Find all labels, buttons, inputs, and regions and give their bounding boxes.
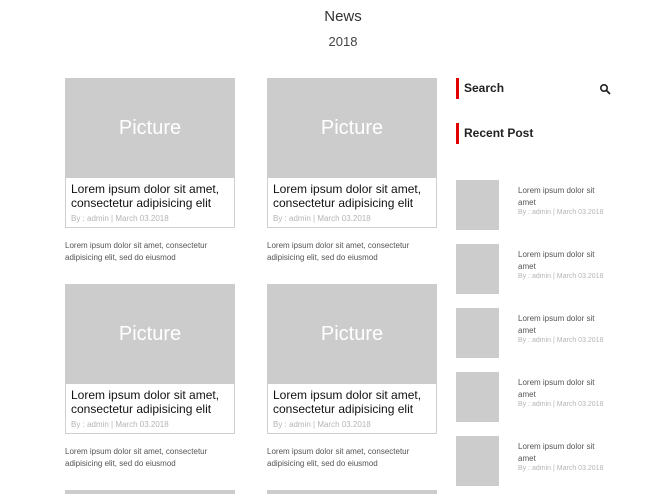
page-subtitle: 2018 <box>328 34 358 49</box>
post-image-label: Picture <box>320 116 384 139</box>
post-title[interactable]: Lorem ipsum dolor sit amet, consectetur … <box>268 178 436 210</box>
post-image[interactable]: Picture <box>267 78 437 178</box>
recent-post-item[interactable]: Lorem ipsum dolor sit amet By : admin | … <box>456 372 616 422</box>
search-heading: Search <box>464 81 505 95</box>
recent-post-item[interactable]: Lorem ipsum dolor sit amet By : admin | … <box>456 180 616 230</box>
post-card-box[interactable]: Picture Lorem ipsum dolor sit amet, cons… <box>65 284 235 434</box>
recent-post-thumbnail[interactable] <box>456 372 499 422</box>
post-title[interactable]: Lorem ipsum dolor sit amet, consectetur … <box>66 178 234 210</box>
recent-post-meta: By : admin | March 03.2018 <box>518 337 604 344</box>
recent-post-thumbnail[interactable] <box>456 244 499 294</box>
recent-post-title[interactable]: Lorem ipsum dolor sit amet <box>518 185 608 209</box>
page-title: News <box>324 8 362 25</box>
recent-post-meta: By : admin | March 03.2018 <box>518 273 604 280</box>
post-excerpt: Lorem ipsum dolor sit amet, consectetur … <box>65 447 208 468</box>
post-excerpt: Lorem ipsum dolor sit amet, consectetur … <box>267 447 410 468</box>
post-image[interactable]: Picture <box>267 284 437 384</box>
post-card[interactable]: Picture Lorem ipsum dolor sit amet, cons… <box>65 78 235 264</box>
recent-post-item[interactable]: Lorem ipsum dolor sit amet By : admin | … <box>456 244 616 294</box>
post-meta: By : admin | March 03.2018 <box>273 214 371 223</box>
post-image-partial[interactable] <box>65 490 235 494</box>
recent-post-thumbnail[interactable] <box>456 180 499 230</box>
recent-post-meta: By : admin | March 03.2018 <box>518 209 604 216</box>
post-image[interactable]: Picture <box>65 284 235 384</box>
post-card-box[interactable]: Picture Lorem ipsum dolor sit amet, cons… <box>267 78 437 228</box>
recent-post-meta: By : admin | March 03.2018 <box>518 401 604 408</box>
post-excerpt: Lorem ipsum dolor sit amet, consectetur … <box>65 241 208 262</box>
search-icon[interactable] <box>599 83 611 95</box>
recent-post-heading: Recent Post <box>456 123 619 144</box>
post-card[interactable]: Picture Lorem ipsum dolor sit amet, cons… <box>267 78 437 264</box>
recent-post-title[interactable]: Lorem ipsum dolor sit amet <box>518 441 608 465</box>
recent-post-thumbnail[interactable] <box>456 436 499 486</box>
post-card[interactable]: Picture Lorem ipsum dolor sit amet, cons… <box>267 284 437 470</box>
post-image[interactable]: Picture <box>65 78 235 178</box>
recent-post-label: Recent Post <box>464 126 534 140</box>
post-card-box[interactable]: Picture Lorem ipsum dolor sit amet, cons… <box>267 284 437 434</box>
recent-post-item[interactable]: Lorem ipsum dolor sit amet By : admin | … <box>456 308 616 358</box>
post-meta: By : admin | March 03.2018 <box>71 420 169 429</box>
post-meta: By : admin | March 03.2018 <box>273 420 371 429</box>
post-image-label: Picture <box>118 116 182 139</box>
post-title[interactable]: Lorem ipsum dolor sit amet, consectetur … <box>268 384 436 416</box>
recent-post-title[interactable]: Lorem ipsum dolor sit amet <box>518 313 608 337</box>
recent-post-title[interactable]: Lorem ipsum dolor sit amet <box>518 249 608 273</box>
recent-post-meta: By : admin | March 03.2018 <box>518 465 604 472</box>
post-image-label: Picture <box>118 322 182 345</box>
post-title[interactable]: Lorem ipsum dolor sit amet, consectetur … <box>66 384 234 416</box>
recent-post-item[interactable]: Lorem ipsum dolor sit amet By : admin | … <box>456 436 616 486</box>
search-widget[interactable]: Search <box>456 78 619 99</box>
post-meta: By : admin | March 03.2018 <box>71 214 169 223</box>
post-image-label: Picture <box>320 322 384 345</box>
post-card[interactable]: Picture Lorem ipsum dolor sit amet, cons… <box>65 284 235 470</box>
post-card-box[interactable]: Picture Lorem ipsum dolor sit amet, cons… <box>65 78 235 228</box>
recent-post-title[interactable]: Lorem ipsum dolor sit amet <box>518 377 608 401</box>
post-excerpt: Lorem ipsum dolor sit amet, consectetur … <box>267 241 410 262</box>
post-image-partial[interactable] <box>267 490 437 494</box>
recent-post-thumbnail[interactable] <box>456 308 499 358</box>
